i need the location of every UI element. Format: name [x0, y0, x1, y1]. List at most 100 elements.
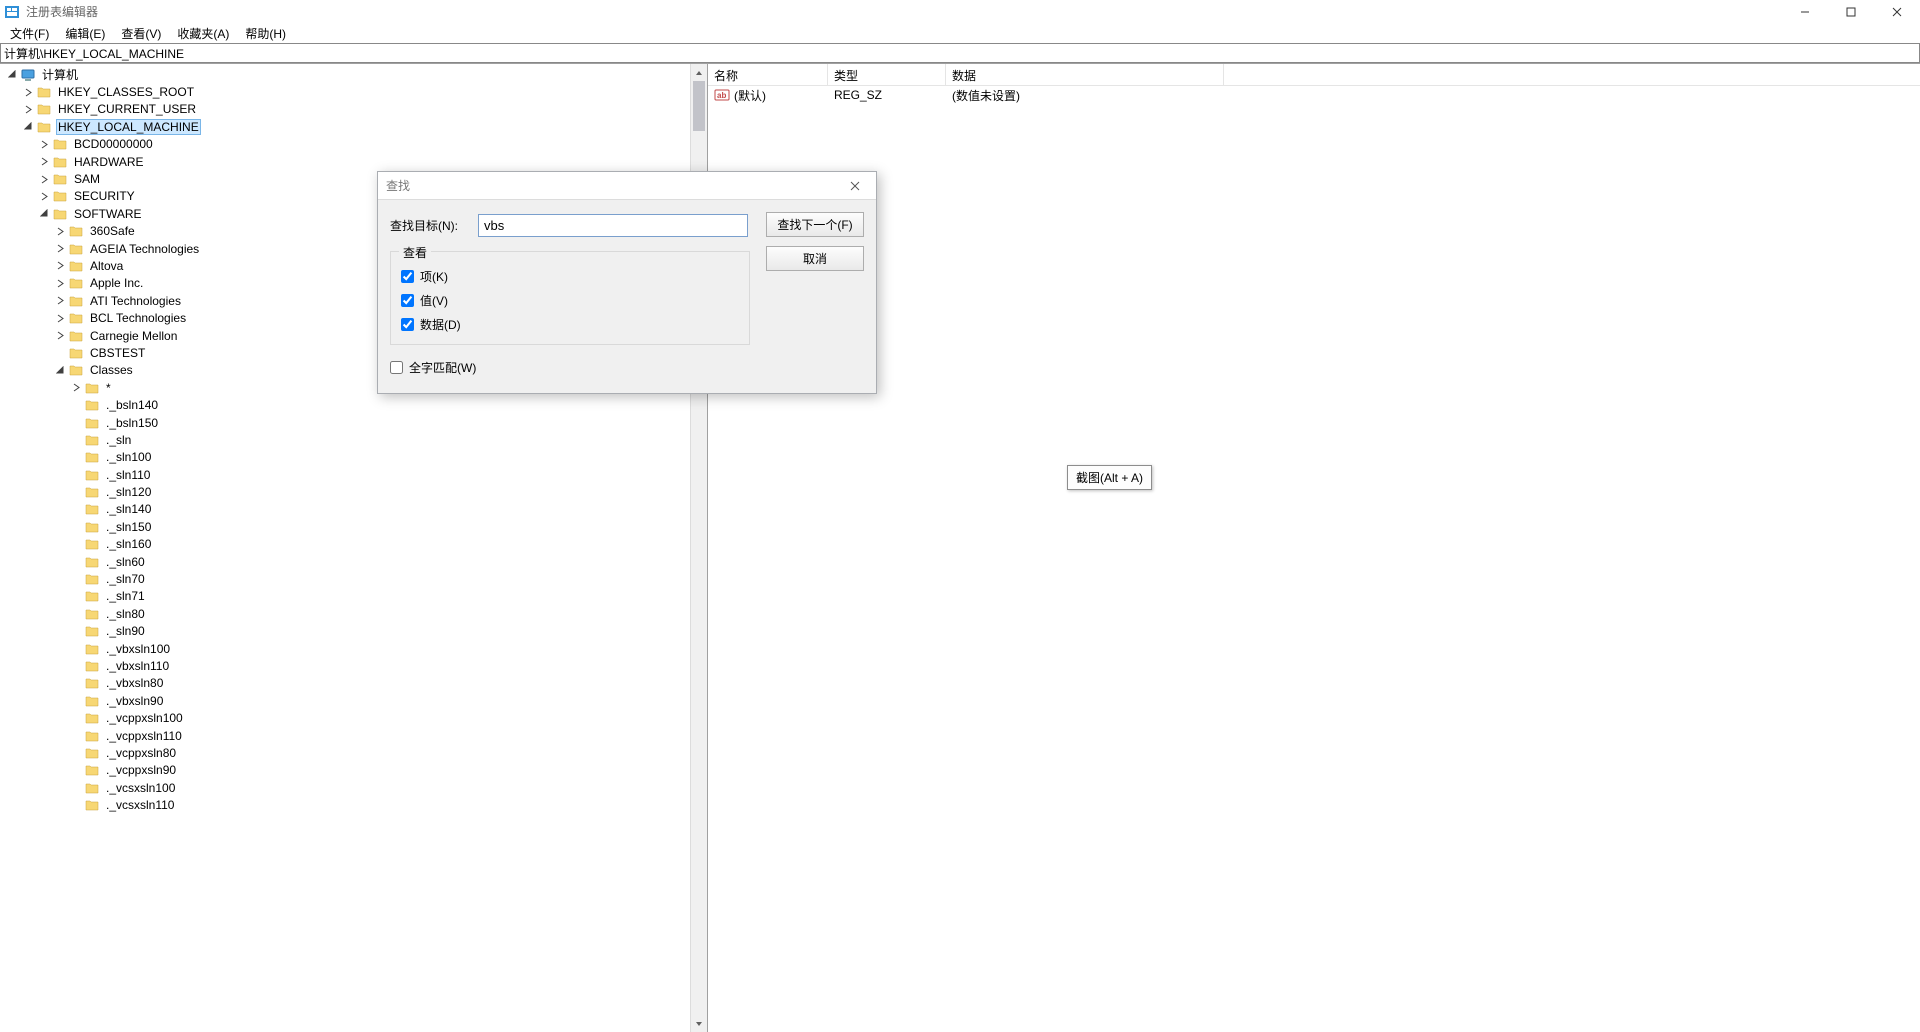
tree-classes-4[interactable]: ._sln110: [0, 466, 690, 483]
tree-hklm[interactable]: HKEY_LOCAL_MACHINE: [0, 118, 690, 135]
list-row[interactable]: ab (默认) REG_SZ (数值未设置): [708, 86, 1920, 104]
menu-file[interactable]: 文件(F): [2, 23, 57, 44]
tree-classes-6[interactable]: ._sln140: [0, 501, 690, 518]
expand-toggle-icon[interactable]: [36, 136, 52, 152]
col-type[interactable]: 类型: [828, 64, 946, 85]
expand-toggle-icon[interactable]: [20, 101, 36, 117]
tree-classes-21[interactable]: ._vcppxsln90: [0, 762, 690, 779]
list-body[interactable]: ab (默认) REG_SZ (数值未设置): [708, 86, 1920, 1032]
tree-node-label: Apple Inc.: [88, 275, 145, 291]
col-data[interactable]: 数据: [946, 64, 1224, 85]
find-target-input[interactable]: [478, 214, 748, 237]
expand-toggle-icon[interactable]: [20, 84, 36, 100]
folder-icon: [68, 328, 84, 344]
tree-node-label: ._sln120: [104, 484, 153, 500]
tree-classes-7[interactable]: ._sln150: [0, 518, 690, 535]
tree-classes-5[interactable]: ._sln120: [0, 483, 690, 500]
find-dialog: 查找 查找目标(N): 查看 项(K) 值(V) 数据(D) 全字匹配(W) 查…: [377, 171, 877, 394]
tree-node-label: ._sln110: [104, 467, 152, 483]
tree-classes-3[interactable]: ._sln100: [0, 449, 690, 466]
tree-classes-19[interactable]: ._vcppxsln110: [0, 727, 690, 744]
scroll-down-button[interactable]: [691, 1015, 707, 1032]
expand-toggle-icon[interactable]: [52, 362, 68, 378]
tree-node-label: ._sln80: [104, 606, 147, 622]
tree-node-label: ._vbxsln110: [104, 658, 171, 674]
tree-root-computer[interactable]: 计算机: [0, 66, 690, 83]
tree-classes-22[interactable]: ._vcsxsln100: [0, 779, 690, 796]
find-dialog-close-button[interactable]: [840, 176, 870, 196]
tree-classes-9[interactable]: ._sln60: [0, 553, 690, 570]
expand-toggle-icon[interactable]: [52, 223, 68, 239]
menu-edit[interactable]: 编辑(E): [57, 23, 113, 44]
tree-node-label: HKEY_LOCAL_MACHINE: [56, 119, 201, 135]
address-text: 计算机\HKEY_LOCAL_MACHINE: [4, 45, 184, 62]
minimize-button[interactable]: [1782, 0, 1828, 23]
expand-toggle-icon[interactable]: [68, 380, 84, 396]
expand-toggle-icon[interactable]: [52, 275, 68, 291]
chk-values-input[interactable]: [401, 294, 414, 307]
folder-icon: [84, 797, 100, 813]
expand-toggle-icon[interactable]: [52, 241, 68, 257]
menu-favorites[interactable]: 收藏夹(A): [169, 23, 237, 44]
tree-node-label: ._vcsxsln100: [104, 780, 177, 796]
scroll-up-button[interactable]: [691, 64, 707, 81]
find-dialog-titlebar[interactable]: 查找: [378, 172, 876, 200]
chk-keys[interactable]: 项(K): [401, 264, 739, 288]
menu-view[interactable]: 查看(V): [113, 23, 169, 44]
chk-values[interactable]: 值(V): [401, 288, 739, 312]
expand-toggle-icon[interactable]: [36, 206, 52, 222]
tree-node-label: ._vcppxsln100: [104, 710, 185, 726]
scroll-thumb[interactable]: [693, 81, 705, 131]
tree-classes-12[interactable]: ._sln80: [0, 605, 690, 622]
tree-hkcu[interactable]: HKEY_CURRENT_USER: [0, 101, 690, 118]
tree-classes-14[interactable]: ._vbxsln100: [0, 640, 690, 657]
chk-whole-word[interactable]: 全字匹配(W): [390, 355, 864, 379]
col-name[interactable]: 名称: [708, 64, 828, 85]
close-button[interactable]: [1874, 0, 1920, 23]
cancel-button[interactable]: 取消: [766, 246, 864, 271]
expand-toggle-icon[interactable]: [20, 119, 36, 135]
folder-icon: [36, 84, 52, 100]
tree-node-label: Classes: [88, 362, 135, 378]
computer-icon: [20, 67, 36, 83]
expand-toggle-icon[interactable]: [52, 328, 68, 344]
tree-hkcr[interactable]: HKEY_CLASSES_ROOT: [0, 83, 690, 100]
tree-classes-18[interactable]: ._vcppxsln100: [0, 709, 690, 726]
tree-node-label: 计算机: [40, 65, 80, 84]
tree-classes-1[interactable]: ._bsln150: [0, 414, 690, 431]
expand-toggle-icon[interactable]: [36, 171, 52, 187]
address-bar[interactable]: 计算机\HKEY_LOCAL_MACHINE: [0, 43, 1920, 63]
expand-toggle-icon[interactable]: [4, 67, 20, 83]
chk-data-input[interactable]: [401, 318, 414, 331]
chk-whole-word-input[interactable]: [390, 361, 403, 374]
find-look-at-title: 查看: [399, 244, 431, 261]
tree-classes-23[interactable]: ._vcsxsln110: [0, 796, 690, 813]
folder-icon: [84, 728, 100, 744]
folder-icon: [84, 571, 100, 587]
tree-classes-8[interactable]: ._sln160: [0, 536, 690, 553]
tree-hardware[interactable]: HARDWARE: [0, 153, 690, 170]
tree-classes-20[interactable]: ._vcppxsln80: [0, 744, 690, 761]
chk-data[interactable]: 数据(D): [401, 312, 739, 336]
tree-classes-2[interactable]: ._sln: [0, 431, 690, 448]
find-next-button[interactable]: 查找下一个(F): [766, 212, 864, 237]
tree-node-label: HKEY_CLASSES_ROOT: [56, 84, 196, 100]
tree-classes-15[interactable]: ._vbxsln110: [0, 657, 690, 674]
tree-classes-0[interactable]: ._bsln140: [0, 396, 690, 413]
expand-toggle-icon[interactable]: [52, 310, 68, 326]
expand-toggle-icon[interactable]: [36, 188, 52, 204]
expand-toggle-icon[interactable]: [52, 293, 68, 309]
chk-keys-input[interactable]: [401, 270, 414, 283]
folder-icon: [84, 536, 100, 552]
tree-classes-10[interactable]: ._sln70: [0, 570, 690, 587]
tree-bcd[interactable]: BCD00000000: [0, 136, 690, 153]
maximize-button[interactable]: [1828, 0, 1874, 23]
expand-toggle-icon[interactable]: [52, 258, 68, 274]
expand-toggle-icon[interactable]: [36, 154, 52, 170]
tree-node-label: Carnegie Mellon: [88, 328, 179, 344]
menu-help[interactable]: 帮助(H): [237, 23, 294, 44]
tree-classes-16[interactable]: ._vbxsln80: [0, 675, 690, 692]
tree-classes-11[interactable]: ._sln71: [0, 588, 690, 605]
tree-classes-17[interactable]: ._vbxsln90: [0, 692, 690, 709]
tree-classes-13[interactable]: ._sln90: [0, 623, 690, 640]
